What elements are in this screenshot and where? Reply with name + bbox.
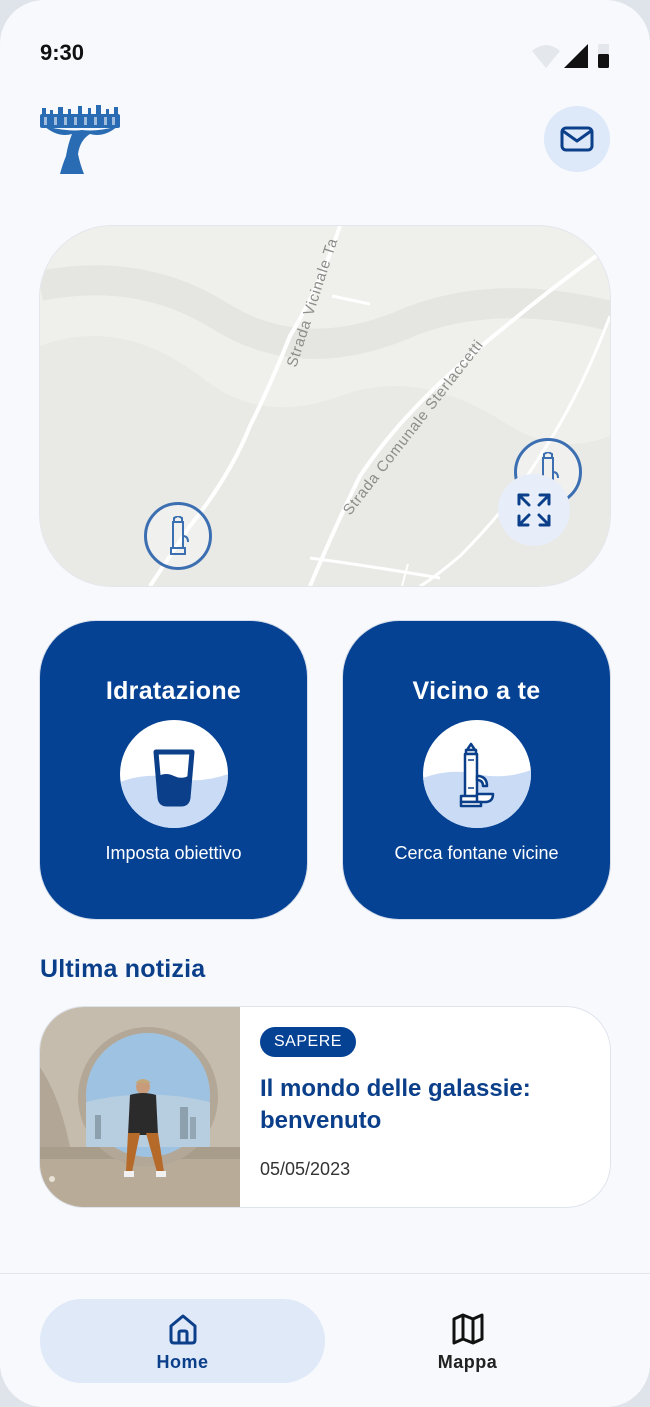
news-section-title: Ultima notizia <box>40 955 206 983</box>
nearby-card[interactable]: Vicino a te Cerca fontane vicine <box>343 621 610 919</box>
phone-screen: 9:30 Strada Vicinale Ta Strada Comunale … <box>0 0 650 1407</box>
map-icon <box>452 1313 483 1345</box>
expand-icon <box>517 493 551 527</box>
nav-home[interactable]: Home <box>40 1299 325 1383</box>
fountain-pin[interactable] <box>144 502 212 570</box>
signal-icon <box>564 44 588 68</box>
wifi-icon <box>532 45 560 68</box>
map-preview[interactable]: Strada Vicinale Ta Strada Comunale Sterl… <box>40 226 610 586</box>
bottom-navigation: Home Mappa <box>0 1273 650 1407</box>
water-glass-icon <box>120 749 228 828</box>
nearby-illustration <box>423 720 531 828</box>
news-tag: SAPERE <box>260 1027 356 1057</box>
nav-home-label: Home <box>156 1352 209 1372</box>
nav-map-label: Mappa <box>437 1352 498 1372</box>
news-card[interactable]: SAPERE Il mondo delle galassie: benvenut… <box>40 1007 610 1207</box>
status-time: 9:30 <box>40 40 85 65</box>
hydration-title: Idratazione <box>105 677 242 705</box>
status-icons <box>532 44 609 68</box>
home-icon <box>169 1314 196 1345</box>
tree-logo-icon <box>40 105 120 174</box>
hydration-card[interactable]: Idratazione Imposta obiettivo <box>40 621 307 919</box>
status-bar: 9:30 <box>0 0 650 100</box>
fountain-icon <box>423 742 531 828</box>
mail-icon <box>560 126 594 152</box>
news-thumbnail <box>40 1007 240 1207</box>
nearby-subtitle: Cerca fontane vicine <box>394 843 559 863</box>
hydration-subtitle: Imposta obiettivo <box>105 843 242 863</box>
hydration-illustration <box>120 720 228 828</box>
nav-map[interactable]: Mappa <box>325 1299 610 1383</box>
news-date: 05/05/2023 <box>260 1159 351 1179</box>
news-title: Il mondo delle galassie: benvenuto <box>260 1075 531 1134</box>
expand-map-button[interactable] <box>498 474 570 546</box>
nearby-title: Vicino a te <box>412 677 541 705</box>
mail-button[interactable] <box>544 106 610 172</box>
fountain-icon <box>170 516 189 555</box>
